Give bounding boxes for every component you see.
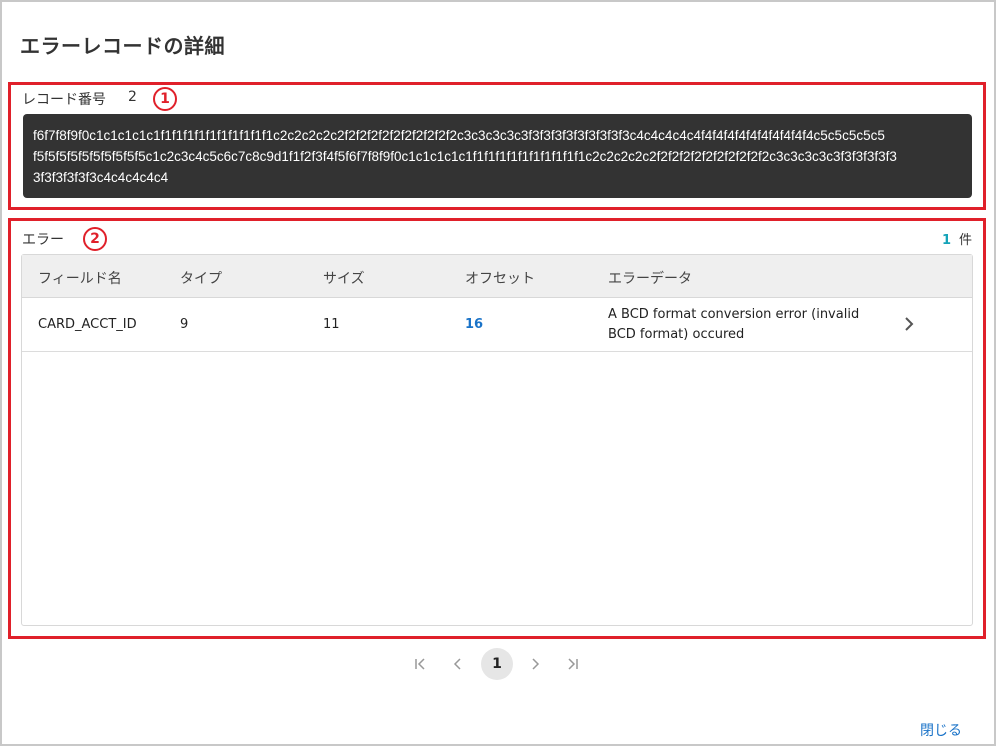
chevron-left-icon bbox=[453, 658, 461, 670]
cell-error-data: A BCD format conversion error (invalid B… bbox=[608, 305, 878, 345]
chevron-right-icon bbox=[532, 658, 540, 670]
column-header-error-data: エラーデータ bbox=[608, 271, 692, 287]
errors-section-label: エラー bbox=[22, 232, 64, 248]
annotation-marker-2: 2 bbox=[83, 227, 107, 251]
record-number-value: 2 bbox=[128, 89, 137, 105]
cell-size: 11 bbox=[323, 317, 340, 332]
column-header-size: サイズ bbox=[323, 271, 365, 287]
hex-line: f5f5f5f5f5f5f5f5f5f5c1c2c3c4c5c6c7c8c9d1… bbox=[33, 149, 897, 164]
record-hex-data: f6f7f8f9f0c1c1c1c1c1f1f1f1f1f1f1f1f1f1f1… bbox=[23, 114, 972, 198]
errors-table: フィールド名 タイプ サイズ オフセット エラーデータ CARD_ACCT_ID… bbox=[21, 254, 973, 626]
next-page-button[interactable] bbox=[519, 648, 551, 680]
column-header-type: タイプ bbox=[180, 271, 222, 287]
table-row[interactable]: CARD_ACCT_ID 9 11 16 A BCD format conver… bbox=[22, 298, 972, 352]
close-button[interactable]: 閉じる bbox=[920, 720, 962, 740]
error-count-unit: 件 bbox=[958, 233, 972, 248]
error-data-line: A BCD format conversion error (invalid bbox=[608, 307, 860, 322]
dialog-title: エラーレコードの詳細 bbox=[20, 34, 225, 58]
hex-line: f6f7f8f9f0c1c1c1c1c1f1f1f1f1f1f1f1f1f1f1… bbox=[33, 128, 885, 143]
column-header-offset: オフセット bbox=[465, 271, 535, 287]
previous-page-button[interactable] bbox=[442, 648, 474, 680]
chevron-right-icon[interactable] bbox=[902, 315, 916, 333]
error-count-number: 1 bbox=[941, 233, 951, 248]
cell-offset-link[interactable]: 16 bbox=[465, 317, 483, 332]
column-header-field-name: フィールド名 bbox=[38, 271, 122, 287]
last-page-button[interactable] bbox=[557, 648, 589, 680]
table-header: フィールド名 タイプ サイズ オフセット エラーデータ bbox=[22, 255, 972, 298]
first-page-icon bbox=[415, 658, 425, 670]
error-data-line: BCD format) occured bbox=[608, 327, 745, 342]
cell-field-name: CARD_ACCT_ID bbox=[38, 317, 137, 332]
annotation-marker-1: 1 bbox=[153, 87, 177, 111]
last-page-icon bbox=[568, 658, 578, 670]
cell-type: 9 bbox=[180, 317, 189, 332]
error-count: 1件 bbox=[942, 229, 972, 248]
first-page-button[interactable] bbox=[404, 648, 436, 680]
record-number-label: レコード番号 bbox=[22, 92, 106, 108]
hex-line: 3f3f3f3f3f3c4c4c4c4c4 bbox=[33, 170, 169, 185]
page-button-current[interactable]: 1 bbox=[481, 648, 513, 680]
